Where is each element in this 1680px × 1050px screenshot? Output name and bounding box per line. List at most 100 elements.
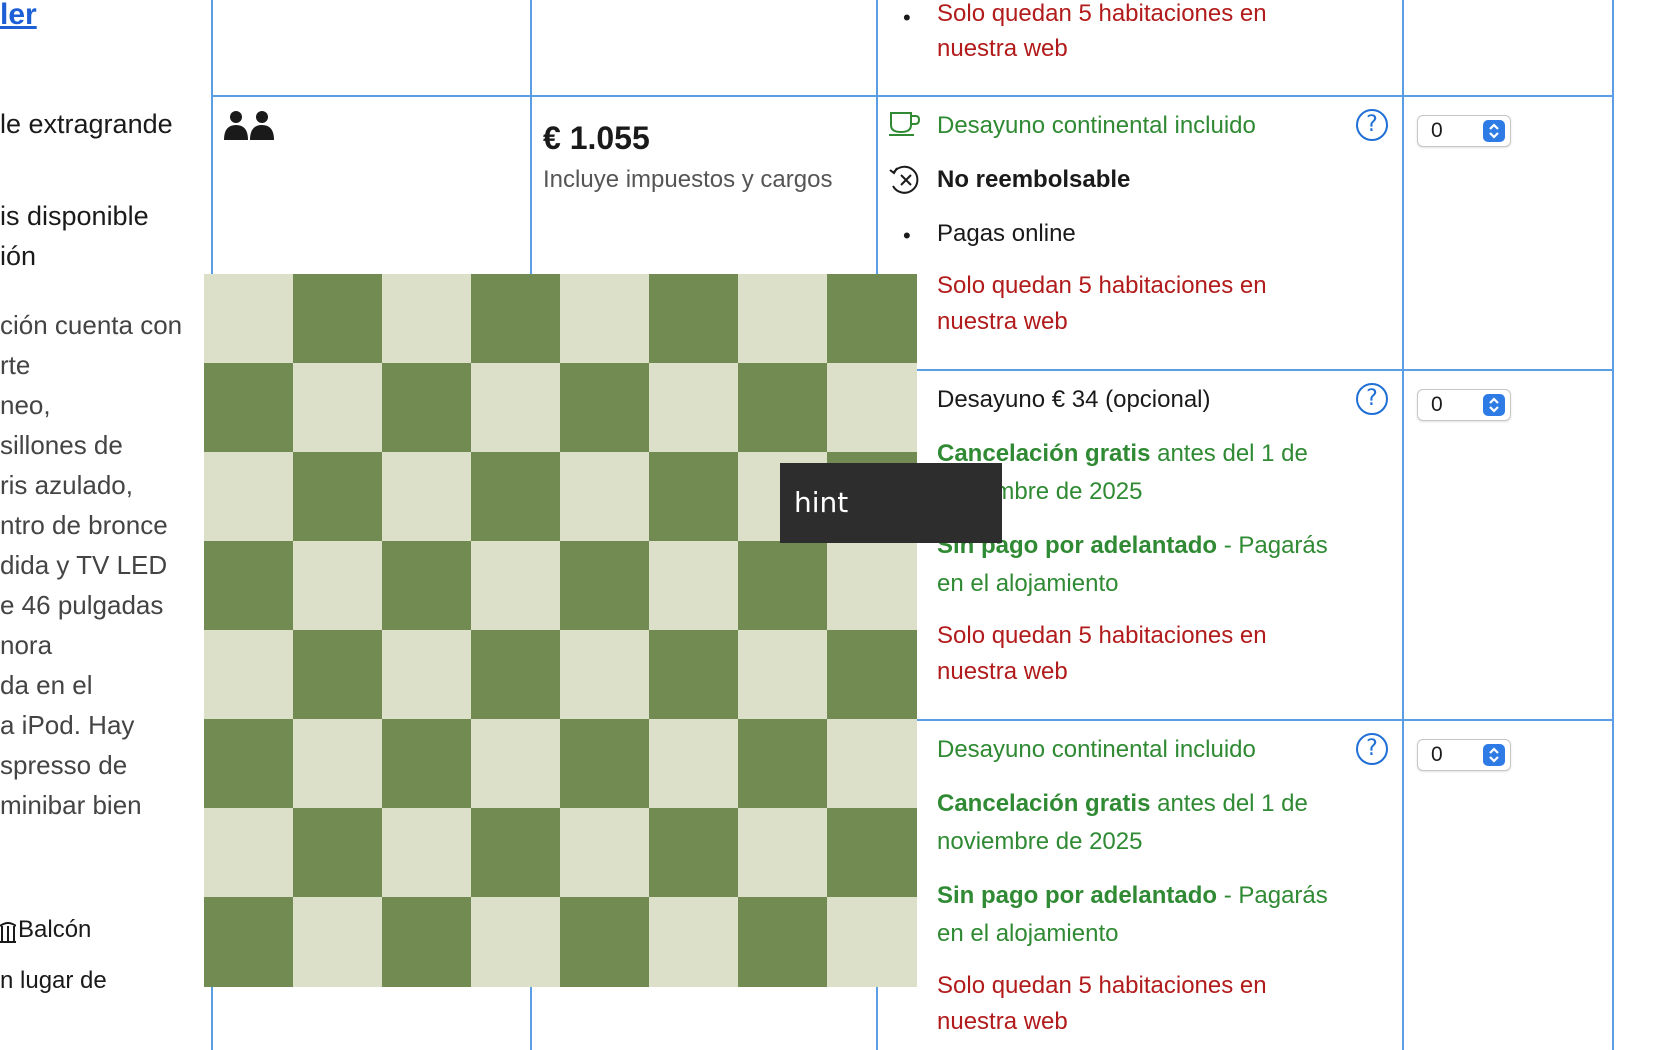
description-line: dida y TV LED xyxy=(0,550,168,580)
checker-square xyxy=(738,897,828,987)
description-line: nora xyxy=(0,630,53,660)
description-line: rte xyxy=(0,350,31,380)
pay-at-property: en el alojamiento xyxy=(937,570,1119,597)
availability-text: is disponible xyxy=(0,201,149,231)
checker-square xyxy=(560,452,650,542)
checker-square xyxy=(471,719,561,809)
checker-square xyxy=(649,808,739,898)
checker-square xyxy=(293,808,383,898)
stepper-arrows-icon xyxy=(1483,394,1505,416)
checker-square xyxy=(560,630,650,720)
checker-square xyxy=(649,452,739,542)
quantity-value: 0 xyxy=(1431,743,1443,766)
availability-warning: Solo quedan 5 habitaciones en xyxy=(937,272,1267,299)
breakfast-included: Desayuno continental incluido xyxy=(937,112,1256,139)
checker-square xyxy=(827,630,917,720)
checker-square xyxy=(293,897,383,987)
description-line: neo, xyxy=(0,390,51,420)
checker-square xyxy=(382,541,472,631)
checker-square xyxy=(649,897,739,987)
breakfast-optional: Desayuno € 34 (opcional) xyxy=(937,386,1211,413)
checker-square xyxy=(204,541,294,631)
description-line: ris azulado, xyxy=(0,470,133,500)
checker-square xyxy=(382,808,472,898)
checker-square xyxy=(204,363,294,453)
checker-square xyxy=(471,897,561,987)
row-divider xyxy=(876,369,1614,371)
checker-square xyxy=(560,897,650,987)
checker-square xyxy=(471,274,561,364)
column-divider xyxy=(1612,0,1614,1050)
checker-square xyxy=(382,363,472,453)
bed-type-text: le extragrande xyxy=(0,109,173,139)
checker-square xyxy=(204,897,294,987)
no-prepayment-bold: Sin pago por adelantado xyxy=(937,882,1218,909)
stepper-arrows-icon xyxy=(1483,744,1505,766)
free-cancellation-rest: antes del 1 de xyxy=(1150,790,1308,817)
bullet: • xyxy=(903,5,911,30)
checker-square xyxy=(293,363,383,453)
non-refundable-icon xyxy=(888,164,922,201)
description-line: a iPod. Hay xyxy=(0,710,135,740)
checker-square xyxy=(560,541,650,631)
availability-text: ión xyxy=(0,241,37,271)
description-line: ción cuenta con xyxy=(0,310,183,340)
checker-square xyxy=(471,363,561,453)
taxes-note: Incluye impuestos y cargos xyxy=(543,166,833,193)
help-icon[interactable]: ? xyxy=(1356,733,1388,765)
extra-feature-text: n lugar de xyxy=(0,967,107,994)
checker-square xyxy=(382,897,472,987)
checker-square xyxy=(204,719,294,809)
room-name-link[interactable]: ler xyxy=(0,0,37,32)
quantity-value: 0 xyxy=(1431,119,1443,142)
room-quantity-select[interactable]: 0 xyxy=(1417,115,1511,147)
two-guests-icon xyxy=(223,110,275,145)
availability-warning: Solo quedan 5 habitaciones en xyxy=(937,622,1267,649)
description-line: sillones de xyxy=(0,430,123,460)
no-prepayment: Sin pago por adelantado - Pagarás xyxy=(937,878,1328,914)
free-cancellation-bold: Cancelación gratis xyxy=(937,790,1151,817)
no-prepayment-rest: - Pagarás xyxy=(1217,532,1328,559)
checker-square xyxy=(649,274,739,364)
help-icon[interactable]: ? xyxy=(1356,383,1388,415)
breakfast-included: Desayuno continental incluido xyxy=(937,736,1256,763)
checker-square xyxy=(204,808,294,898)
checker-square xyxy=(827,808,917,898)
free-cancellation-date: noviembre de 2025 xyxy=(937,828,1143,855)
description-line: spresso de xyxy=(0,750,128,780)
checkerboard-overlay xyxy=(204,274,918,988)
column-divider xyxy=(1402,0,1404,1050)
description-line: minibar bien xyxy=(0,790,142,820)
checker-square xyxy=(827,541,917,631)
checker-square xyxy=(293,274,383,364)
checker-square xyxy=(560,274,650,364)
room-description: ción cuenta con rte neo, sillones de ris… xyxy=(0,305,182,825)
checker-square xyxy=(382,274,472,364)
row-divider xyxy=(876,719,1614,721)
availability-warning: nuestra web xyxy=(937,308,1068,335)
availability-warning: Solo quedan 5 habitaciones en xyxy=(937,972,1267,999)
room-quantity-select[interactable]: 0 xyxy=(1417,739,1511,771)
checker-square xyxy=(738,363,828,453)
room-price: € 1.055 xyxy=(543,120,650,156)
checker-square xyxy=(560,808,650,898)
checker-square xyxy=(471,808,561,898)
checkerboard-grid xyxy=(204,274,917,987)
checker-square xyxy=(649,719,739,809)
checker-square xyxy=(560,719,650,809)
checker-square xyxy=(827,363,917,453)
description-line: ntro de bronce xyxy=(0,510,168,540)
checker-square xyxy=(204,630,294,720)
coffee-cup-icon xyxy=(888,110,922,143)
no-prepayment-rest: - Pagarás xyxy=(1217,882,1328,909)
checker-square xyxy=(204,274,294,364)
checker-square xyxy=(649,363,739,453)
checker-square xyxy=(827,897,917,987)
quantity-value: 0 xyxy=(1431,393,1443,416)
free-cancellation: Cancelación gratis antes del 1 de xyxy=(937,786,1308,822)
help-icon[interactable]: ? xyxy=(1356,109,1388,141)
checker-square xyxy=(471,541,561,631)
room-quantity-select[interactable]: 0 xyxy=(1417,389,1511,421)
checker-square xyxy=(471,452,561,542)
availability-warning: nuestra web xyxy=(937,1008,1068,1035)
